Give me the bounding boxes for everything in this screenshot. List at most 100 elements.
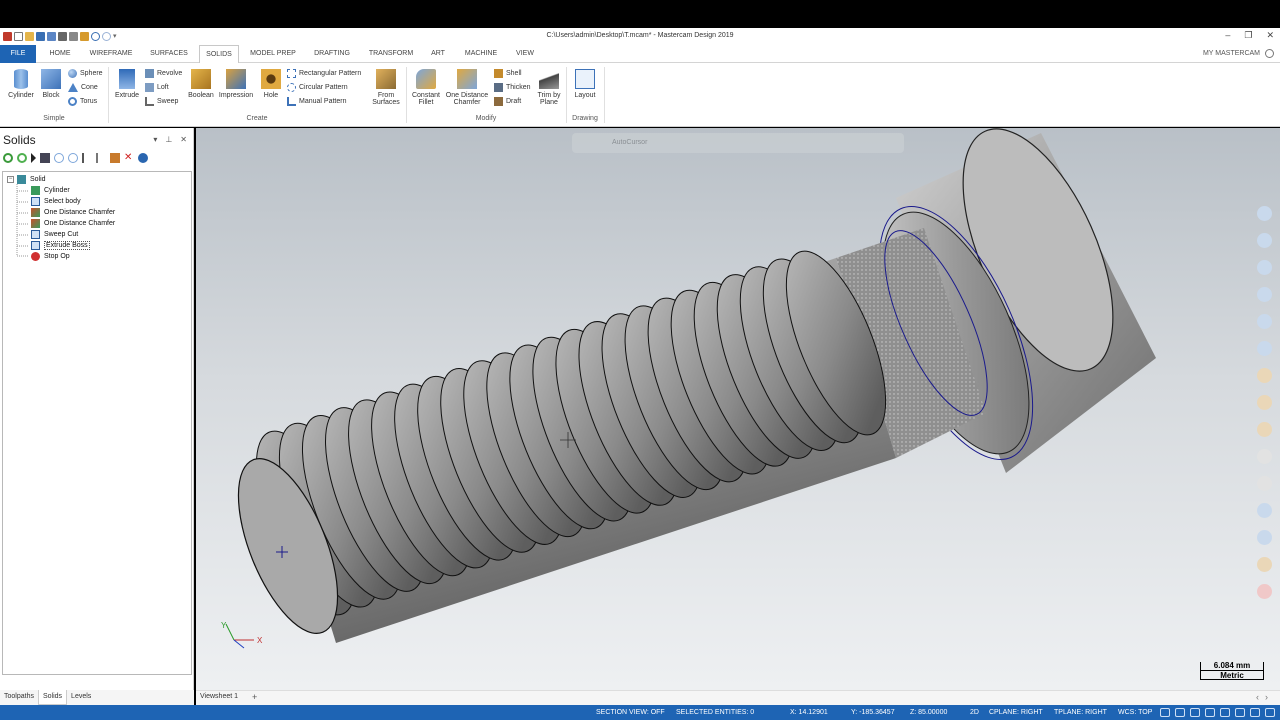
settings-icon[interactable]: [1257, 314, 1272, 329]
revolve-button[interactable]: Revolve: [145, 69, 182, 78]
sweep-button[interactable]: Sweep: [145, 97, 178, 106]
z-coordinate[interactable]: Z: 85.00000: [910, 709, 947, 716]
tab-model-prep[interactable]: MODEL PREP: [246, 45, 300, 63]
autocursor-toolbar[interactable]: AutoCursor: [572, 133, 904, 153]
panel-close-icon[interactable]: ✕: [180, 135, 187, 144]
draft-icon: [494, 97, 503, 106]
grid-icon[interactable]: [1190, 708, 1200, 717]
help-icon[interactable]: [1265, 49, 1274, 58]
close-button[interactable]: ✕: [1266, 30, 1274, 41]
panel-menu-icon[interactable]: ▾: [153, 135, 157, 144]
zoom-out-icon[interactable]: [1257, 233, 1272, 248]
tab-levels[interactable]: Levels: [67, 690, 95, 705]
wcs-status[interactable]: WCS: TOP: [1118, 709, 1152, 716]
dimension-icon[interactable]: [1257, 341, 1272, 356]
layout-button[interactable]: Layout: [570, 69, 600, 99]
tab-toolpaths[interactable]: Toolpaths: [0, 690, 38, 705]
pin-icon[interactable]: ⊥: [165, 135, 172, 144]
more-display-icon[interactable]: [1265, 708, 1275, 717]
manual-pattern-label: Manual Pattern: [299, 98, 347, 105]
minimize-button[interactable]: –: [1225, 30, 1230, 41]
manager-undo-icon[interactable]: [54, 153, 64, 163]
viewsheet-nav-icons[interactable]: ‹›: [1256, 692, 1274, 702]
tab-surfaces[interactable]: SURFACES: [146, 45, 192, 63]
selected-entities-status[interactable]: SELECTED ENTITIES: 0: [676, 709, 754, 716]
tree-item[interactable]: One Distance Chamfer: [31, 207, 115, 218]
regenerate-all-icon[interactable]: [3, 153, 13, 163]
fillet-tool-icon[interactable]: [1257, 368, 1272, 383]
sphere-button[interactable]: Sphere: [68, 69, 103, 78]
circular-pattern-button[interactable]: Circular Pattern: [287, 83, 348, 92]
shaded-view-icon[interactable]: [1220, 708, 1230, 717]
translucency-icon[interactable]: [1250, 708, 1260, 717]
my-mastercam-link[interactable]: MY MASTERCAM: [1203, 50, 1260, 57]
tab-solids-manager[interactable]: Solids: [37, 690, 68, 705]
tab-transform[interactable]: TRANSFORM: [364, 45, 418, 63]
circle-tool-icon[interactable]: [1257, 260, 1272, 275]
loft-button[interactable]: Loft: [145, 83, 169, 92]
impression-button[interactable]: Impression: [217, 69, 255, 99]
blank-icon[interactable]: [1257, 584, 1272, 599]
window-title: C:\Users\admin\Desktop\T.mcam* - Masterc…: [546, 32, 734, 39]
select-all-icon[interactable]: [40, 153, 50, 163]
boolean-button[interactable]: Boolean: [186, 69, 216, 99]
globe-icon[interactable]: [1175, 708, 1185, 717]
tab-wireframe[interactable]: WIREFRAME: [86, 45, 136, 63]
hole-button[interactable]: Hole: [259, 69, 283, 99]
tab-solids[interactable]: SOLIDS: [199, 45, 239, 64]
constant-fillet-button[interactable]: Constant Fillet: [410, 69, 442, 106]
draft-button[interactable]: Draft: [494, 97, 521, 106]
view-cube-icon[interactable]: [1160, 708, 1170, 717]
regenerate-dirty-icon[interactable]: [17, 153, 27, 163]
mode-2d-3d[interactable]: 2D: [970, 709, 979, 716]
tab-file[interactable]: FILE: [0, 45, 36, 63]
manager-redo-icon[interactable]: [68, 153, 78, 163]
rectangular-pattern-button[interactable]: Rectangular Pattern: [287, 69, 361, 78]
graphics-viewport[interactable]: Y X AutoCursor 6.084 mm Metric: [196, 128, 1280, 690]
add-viewsheet-icon[interactable]: +: [252, 692, 257, 702]
thicken-icon: [494, 83, 503, 92]
section-view-status[interactable]: SECTION VIEW: OFF: [596, 709, 665, 716]
shell-button[interactable]: Shell: [494, 69, 522, 78]
help-info-icon[interactable]: [138, 153, 148, 163]
thicken-button[interactable]: Thicken: [494, 83, 531, 92]
cylinder-button[interactable]: Cylinder: [6, 69, 36, 99]
view-stack-icon[interactable]: [1257, 503, 1272, 518]
tab-art[interactable]: ART: [428, 45, 448, 63]
select-icon[interactable]: [31, 153, 36, 163]
tab-machine[interactable]: MACHINE: [460, 45, 502, 63]
chamfer-tool-icon[interactable]: [1257, 395, 1272, 410]
constant-fillet-label-1: Constant: [411, 92, 441, 99]
wireframe-view-icon[interactable]: [1205, 708, 1215, 717]
tplane-status[interactable]: TPLANE: RIGHT: [1054, 709, 1107, 716]
shaded-edges-icon[interactable]: [1235, 708, 1245, 717]
zoom-in-icon[interactable]: [1257, 206, 1272, 221]
transform-icon[interactable]: [1257, 422, 1272, 437]
block-button[interactable]: Block: [38, 69, 64, 99]
toggle-history-icon[interactable]: [110, 153, 120, 163]
delete-icon[interactable]: ✕: [124, 153, 134, 163]
spline-tool-icon[interactable]: [1257, 287, 1272, 302]
shade-icon[interactable]: [1257, 530, 1272, 545]
color-icon[interactable]: [1257, 557, 1272, 572]
extrude-label: Extrude: [114, 92, 140, 99]
trim-by-plane-button[interactable]: Trim by Plane: [534, 69, 564, 106]
tab-home[interactable]: HOME: [44, 45, 76, 63]
layer-icon[interactable]: [1257, 449, 1272, 464]
cone-button[interactable]: Cone: [68, 83, 98, 92]
tab-view[interactable]: VIEW: [512, 45, 538, 63]
tab-drafting[interactable]: DRAFTING: [310, 45, 354, 63]
from-surfaces-button[interactable]: From Surfaces: [370, 69, 402, 106]
restore-button[interactable]: ❐: [1244, 30, 1252, 41]
expand-all-icon[interactable]: [82, 153, 92, 163]
extrude-button[interactable]: Extrude: [113, 69, 141, 99]
collapse-all-icon[interactable]: [96, 153, 106, 163]
tree-item[interactable]: One Distance Chamfer: [31, 218, 115, 229]
one-distance-chamfer-button[interactable]: One Distance Chamfer: [444, 69, 490, 106]
viewsheet-tab[interactable]: Viewsheet 1: [200, 693, 238, 700]
clipboard-icon[interactable]: [1257, 476, 1272, 491]
cplane-status[interactable]: CPLANE: RIGHT: [989, 709, 1043, 716]
scale-indicator: 6.084 mm Metric: [1200, 661, 1264, 680]
torus-button[interactable]: Torus: [68, 97, 97, 106]
manual-pattern-button[interactable]: Manual Pattern: [287, 97, 346, 106]
